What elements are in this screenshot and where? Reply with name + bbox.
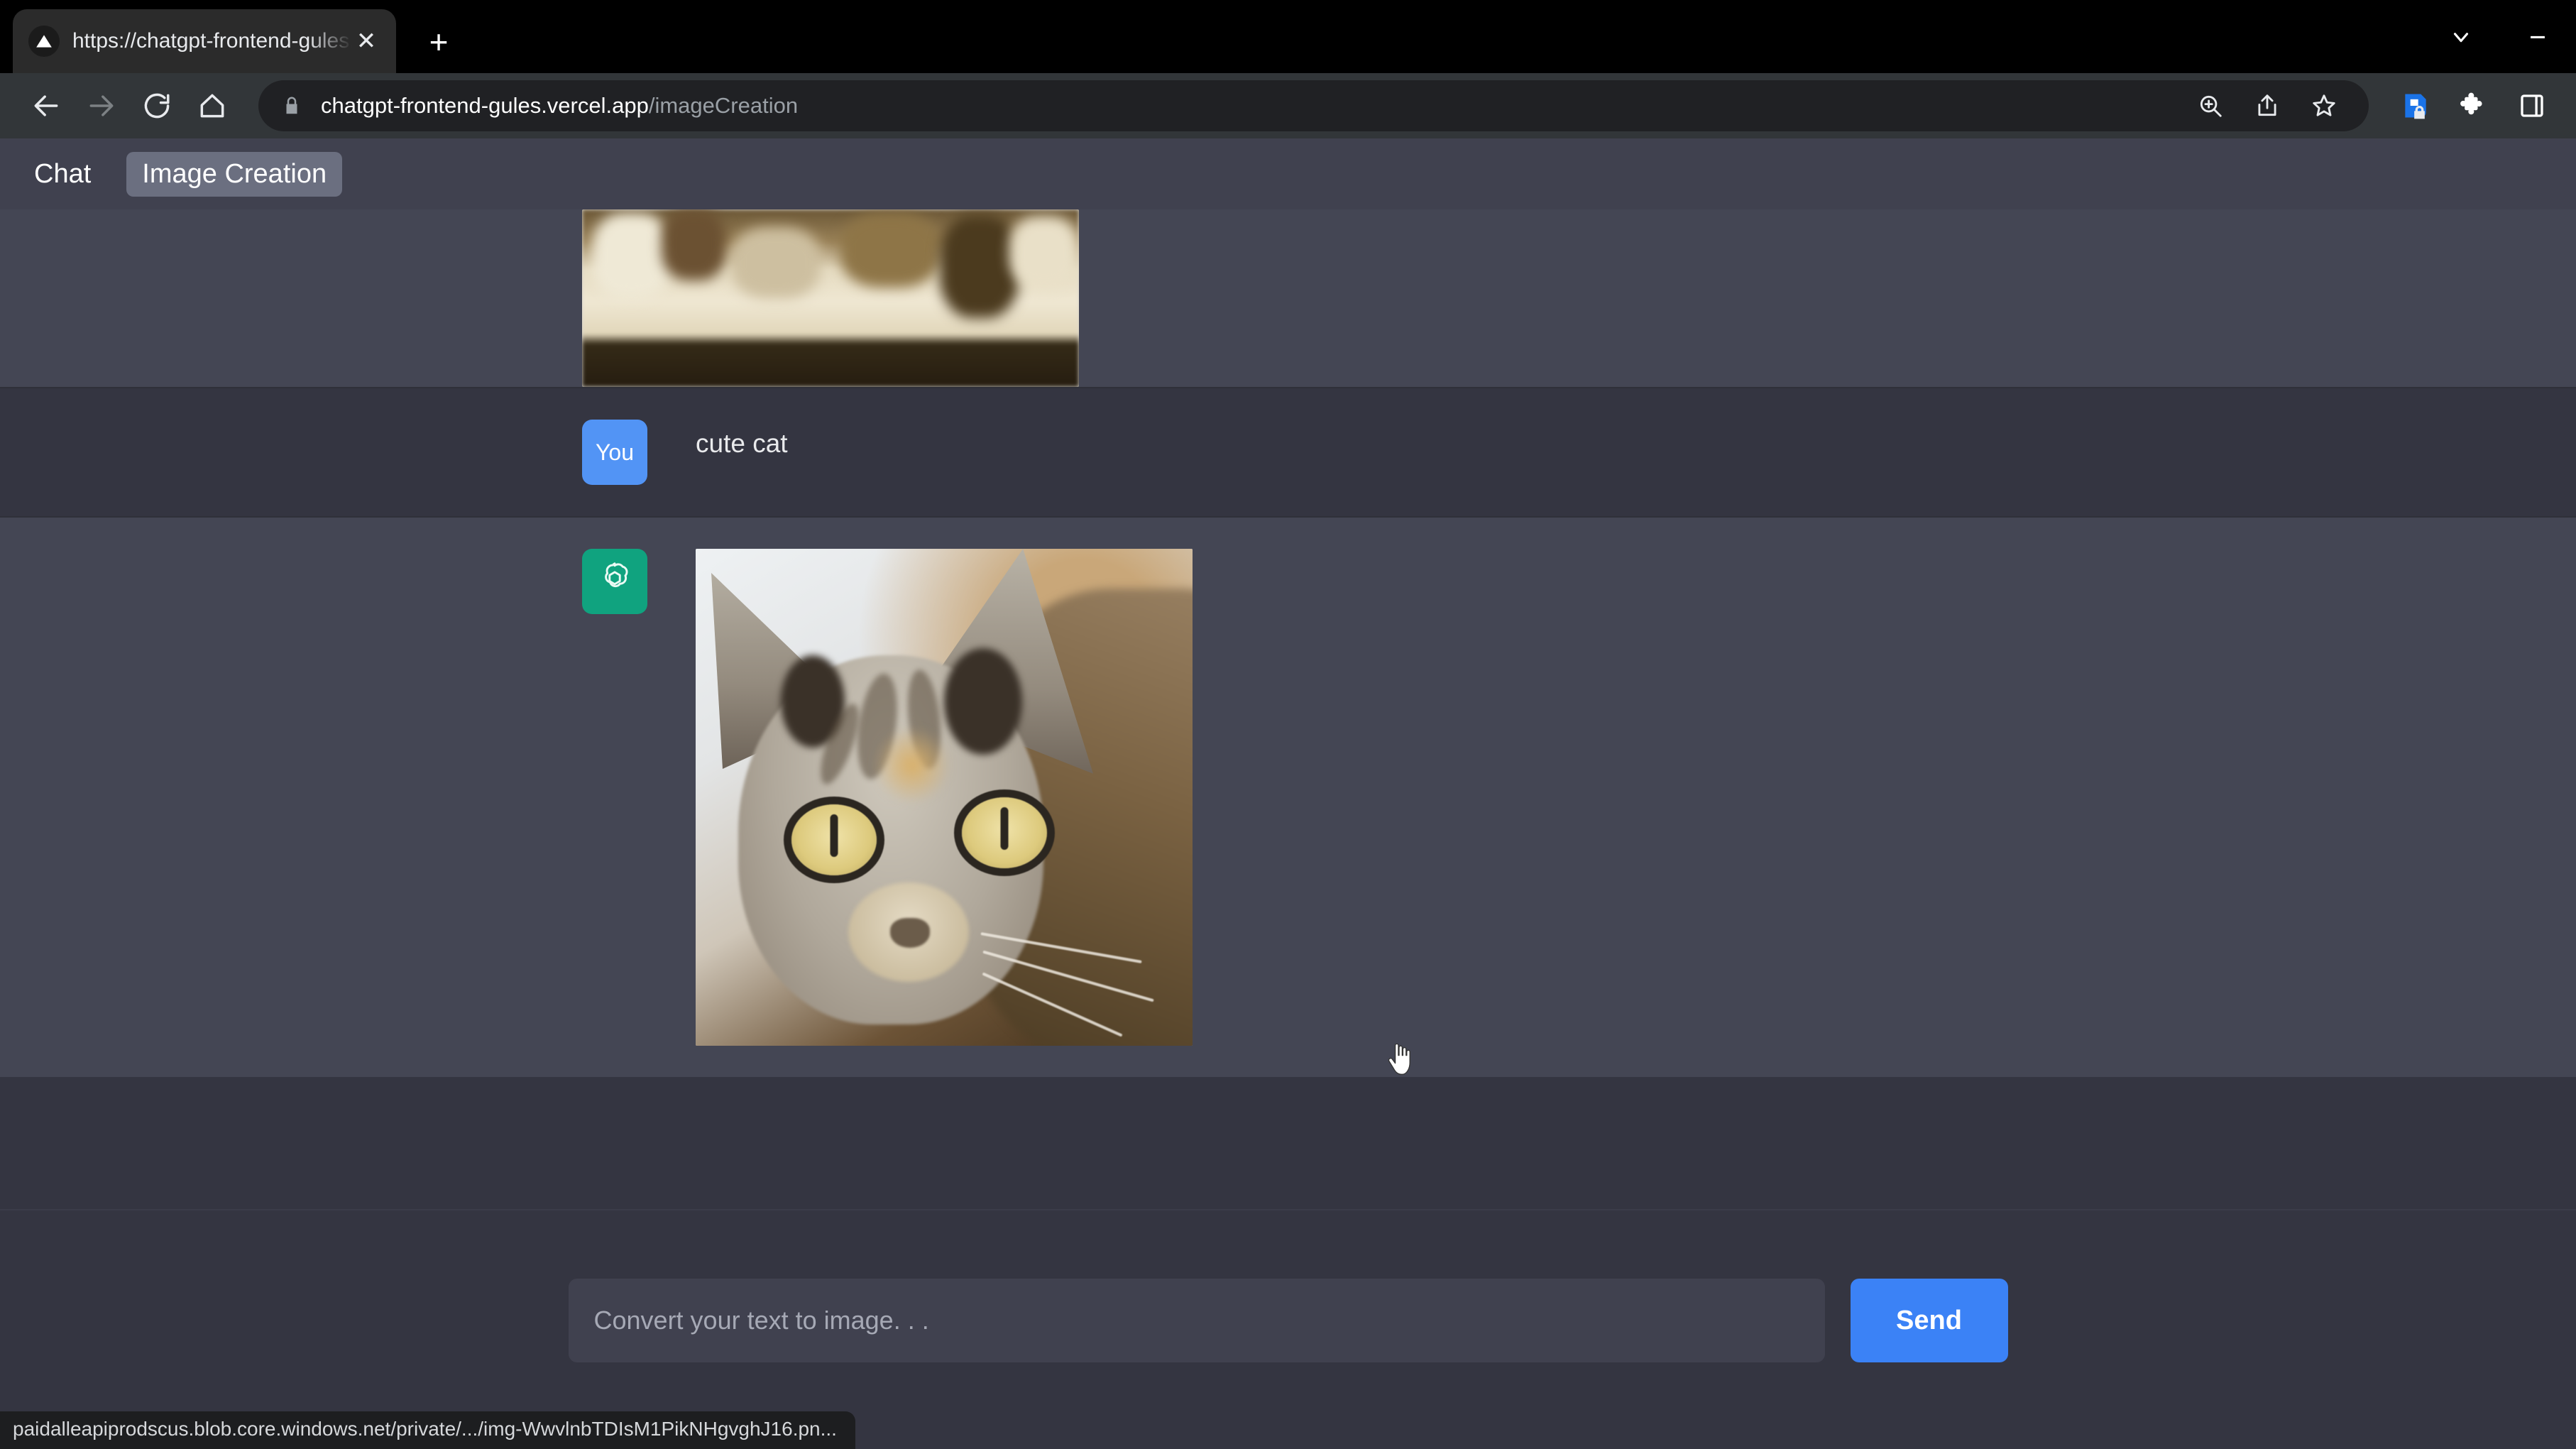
- generated-image-previous[interactable]: [582, 209, 1079, 387]
- extension-icons: [2390, 80, 2558, 131]
- share-icon[interactable]: [2244, 82, 2291, 129]
- url-text: chatgpt-frontend-gules.vercel.app/imageC…: [321, 93, 798, 119]
- vercel-triangle-icon: [28, 26, 60, 57]
- url-domain: chatgpt-frontend-gules.vercel.app: [321, 93, 649, 118]
- window-controls: [2423, 0, 2576, 73]
- page-content: Chat Image Creation You cute cat Convert…: [0, 138, 2576, 1449]
- generated-image-cat-content: [696, 549, 1193, 1046]
- browser-window: https://chatgpt-frontend-gules.v ✕ + cha…: [0, 0, 2576, 1449]
- chevron-down-icon[interactable]: [2423, 0, 2499, 73]
- generated-image-cat[interactable]: [696, 549, 1193, 1046]
- new-tab-button[interactable]: +: [416, 19, 461, 65]
- nav-item-chat[interactable]: Chat: [31, 152, 94, 197]
- bookmark-star-icon[interactable]: [2301, 82, 2347, 129]
- zoom-in-icon[interactable]: [2187, 82, 2234, 129]
- shield-lock-extension-icon[interactable]: [2390, 80, 2441, 131]
- side-panel-icon[interactable]: [2506, 80, 2558, 131]
- back-icon[interactable]: [18, 78, 74, 133]
- message-row-user: You cute cat: [0, 387, 2576, 516]
- forward-icon[interactable]: [74, 78, 129, 133]
- browser-title-bar: https://chatgpt-frontend-gules.v ✕ +: [0, 0, 2576, 73]
- browser-tab[interactable]: https://chatgpt-frontend-gules.v ✕: [13, 9, 396, 73]
- avatar-assistant: [582, 549, 647, 614]
- close-icon[interactable]: ✕: [352, 27, 380, 55]
- openai-logo-icon: [595, 559, 635, 604]
- lock-icon: [280, 95, 304, 116]
- omnibox-actions: [2187, 82, 2347, 129]
- image-prompt-input[interactable]: [568, 1279, 1825, 1362]
- nav-item-image-creation[interactable]: Image Creation: [126, 151, 343, 197]
- user-message-text: cute cat: [696, 429, 788, 458]
- avatar-you: You: [582, 420, 647, 485]
- tab-title: https://chatgpt-frontend-gules.v: [72, 29, 352, 53]
- send-button[interactable]: Send: [1850, 1279, 2008, 1362]
- address-bar[interactable]: chatgpt-frontend-gules.vercel.app/imageC…: [258, 80, 2369, 131]
- message-row-assistant: [0, 516, 2576, 1077]
- message-row-assistant-previous: [0, 209, 2576, 387]
- generated-image-previous-content: [582, 209, 1079, 387]
- conversation-list[interactable]: You cute cat: [0, 209, 2576, 1209]
- status-bar-url: paidalleapiprodscus.blob.core.windows.ne…: [0, 1411, 855, 1449]
- url-path: /imageCreation: [648, 93, 799, 118]
- home-icon[interactable]: [185, 78, 240, 133]
- avatar-label: You: [596, 439, 634, 465]
- puzzle-extensions-icon[interactable]: [2448, 80, 2499, 131]
- reload-icon[interactable]: [129, 78, 185, 133]
- browser-toolbar: chatgpt-frontend-gules.vercel.app/imageC…: [0, 73, 2576, 138]
- minimize-icon[interactable]: [2499, 0, 2576, 73]
- app-nav: Chat Image Creation: [0, 138, 2576, 209]
